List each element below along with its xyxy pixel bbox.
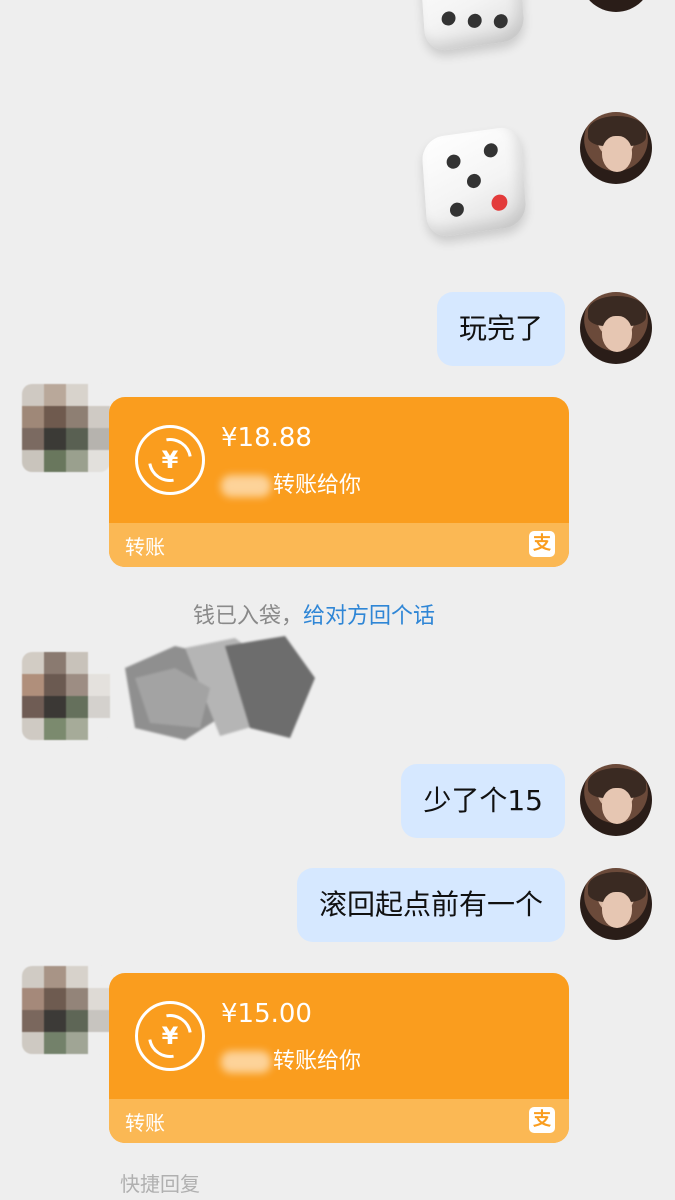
message-bubble-outgoing[interactable]: 玩完了 xyxy=(436,292,565,366)
sticker-image[interactable] xyxy=(115,628,315,748)
transfer-coin-icon: ¥ xyxy=(135,425,205,495)
dice-icon xyxy=(420,125,528,239)
transfer-type-label: 转账 xyxy=(125,1111,165,1135)
transfer-amount: ¥18.88 xyxy=(221,423,312,453)
avatar[interactable] xyxy=(580,112,652,184)
avatar-contact[interactable] xyxy=(22,384,110,472)
dice-sticker-top xyxy=(418,0,526,53)
avatar[interactable] xyxy=(580,868,652,940)
message-bubble-outgoing[interactable]: 滚回起点前有一个 xyxy=(296,868,565,942)
avatar[interactable] xyxy=(580,0,652,12)
alipay-icon: 支 xyxy=(529,1107,555,1133)
message-bubble-outgoing[interactable]: 少了个15 xyxy=(401,764,565,838)
transfer-card[interactable]: ¥ ¥15.00 转账给你 转账 支 xyxy=(109,973,569,1143)
transfer-type-label: 转账 xyxy=(125,535,165,559)
transfer-coin-icon: ¥ xyxy=(135,1001,205,1071)
avatar[interactable] xyxy=(580,764,652,836)
transfer-card[interactable]: ¥ ¥18.88 转账给你 转账 支 xyxy=(109,397,569,567)
avatar-contact[interactable] xyxy=(22,652,110,740)
avatar-contact[interactable] xyxy=(22,966,110,1054)
transfer-description: 转账给你 xyxy=(221,467,361,499)
reply-link[interactable]: 给对方回个话 xyxy=(303,604,435,629)
alipay-icon: 支 xyxy=(529,531,555,557)
system-note: 钱已入袋，给对方回个话 xyxy=(193,604,436,629)
transfer-description: 转账给你 xyxy=(221,1043,361,1075)
avatar[interactable] xyxy=(580,292,652,364)
quick-reply-button[interactable]: 快捷回复 xyxy=(120,1168,200,1197)
transfer-amount: ¥15.00 xyxy=(221,999,312,1029)
